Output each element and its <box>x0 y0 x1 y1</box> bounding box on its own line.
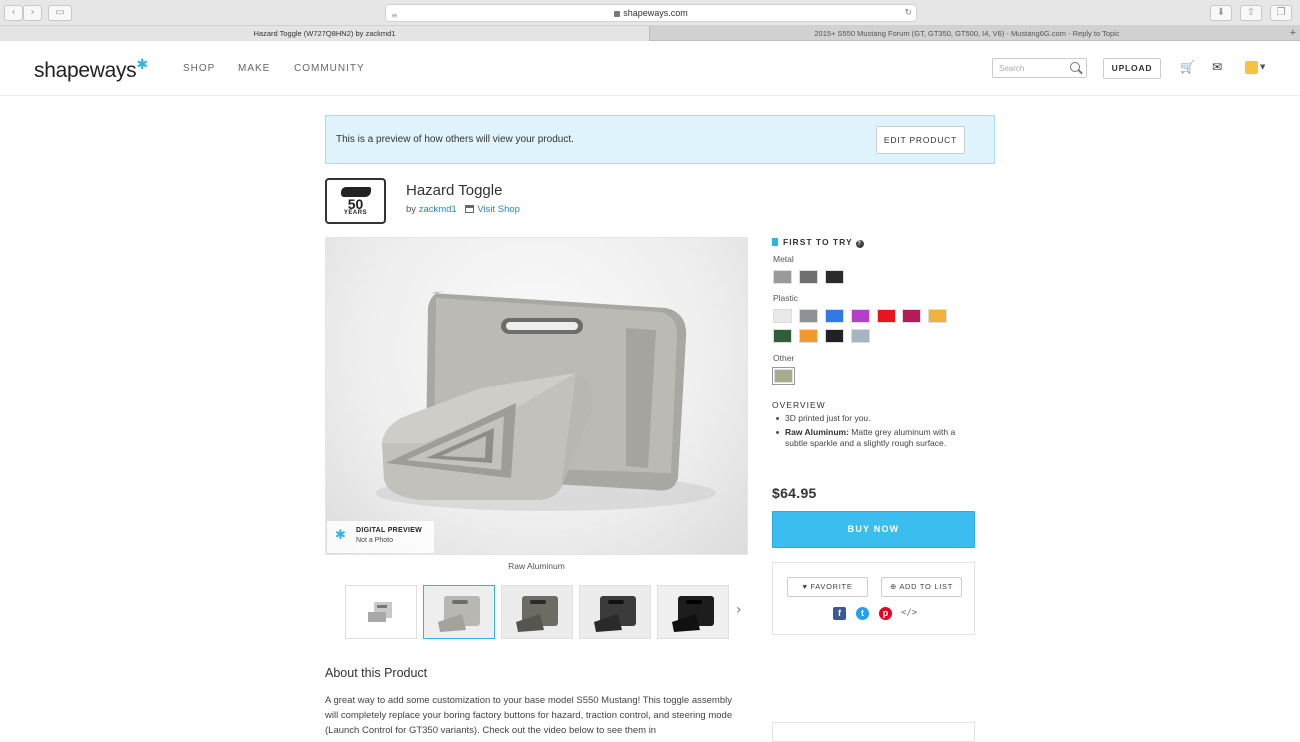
thumbnail-render <box>368 602 392 622</box>
buy-now-button[interactable]: BUY NOW <box>772 511 975 548</box>
upload-button[interactable]: UPLOAD <box>1103 58 1161 79</box>
swatch-plastic-4[interactable] <box>851 309 870 323</box>
plus-circle-icon: ⊕ <box>889 582 900 591</box>
swatch-plastic-11[interactable] <box>851 329 870 343</box>
tab-hazard-toggle[interactable]: Hazard Toggle (W727Q8HN2) by zackmd1 <box>0 26 650 41</box>
back-button[interactable]: ‹ <box>4 5 23 21</box>
address-bar[interactable]: ≡ shapeways.com ↻ <box>385 4 917 22</box>
about-title: About this Product <box>325 666 428 680</box>
thumbnail-render <box>658 586 728 638</box>
overview-item: 3D printed just for you. <box>774 413 974 424</box>
favorite-button[interactable]: ♥ FAVORITE <box>787 577 868 597</box>
thumbnail-3[interactable] <box>501 585 573 639</box>
thumbnail-5[interactable] <box>657 585 729 639</box>
visit-shop-link[interactable]: Visit Shop <box>477 204 520 215</box>
digital-preview-title: DIGITAL PREVIEW <box>356 527 423 534</box>
thumbnail-2[interactable] <box>423 585 495 639</box>
thumbnail-render <box>502 586 572 638</box>
overview-list: 3D printed just for you. Raw Aluminum: M… <box>774 413 974 452</box>
shapeways-logo[interactable]: shapeways✱ <box>34 56 148 83</box>
twitter-icon[interactable]: t <box>856 607 869 620</box>
overview-item: Raw Aluminum: Matte grey aluminum with a… <box>774 427 974 449</box>
tab-bar: Hazard Toggle (W727Q8HN2) by zackmd1 201… <box>0 26 1300 41</box>
material-group-label: Metal <box>773 254 794 264</box>
shapeways-star-icon: ✱ <box>335 528 346 543</box>
swatch-other-1[interactable] <box>772 367 795 385</box>
share-icon[interactable]: ⇧ <box>1240 5 1262 21</box>
nav-shop[interactable]: SHOP <box>183 63 215 74</box>
chevron-down-icon[interactable]: ▼ <box>1260 63 1265 71</box>
digital-preview-subtitle: Not a Photo <box>356 537 393 544</box>
forward-button[interactable]: › <box>23 5 42 21</box>
url-text: shapeways.com <box>623 8 688 18</box>
product-price: $64.95 <box>772 485 817 501</box>
cart-icon[interactable]: 🛒 <box>1180 60 1195 74</box>
thumbnail-4[interactable] <box>579 585 651 639</box>
swatch-plastic-2[interactable] <box>799 309 818 323</box>
shop-logo[interactable]: 50 YEARS <box>325 178 386 224</box>
help-icon[interactable]: ? <box>855 240 864 248</box>
shop-logo-number: 50 <box>347 196 364 212</box>
embed-code-icon[interactable]: </> <box>901 607 917 620</box>
lock-icon <box>614 11 621 17</box>
flag-icon <box>772 238 778 246</box>
thumbnail-1[interactable] <box>345 585 417 639</box>
facebook-icon[interactable]: f <box>833 607 846 620</box>
swatch-plastic-3[interactable] <box>825 309 844 323</box>
secondary-panel <box>772 722 975 742</box>
preview-banner-text: This is a preview of how others will vie… <box>336 134 574 145</box>
site-header: shapeways✱ SHOP MAKE COMMUNITY Search UP… <box>0 41 1300 96</box>
swatch-plastic-8[interactable] <box>773 329 792 343</box>
reader-icon[interactable]: ≡ <box>391 8 398 24</box>
thumbnail-render <box>424 586 494 638</box>
swatch-plastic-5[interactable] <box>877 309 896 323</box>
search-icon[interactable] <box>1070 62 1080 72</box>
swatch-metal-3[interactable] <box>825 270 844 284</box>
by-label: by <box>406 204 417 215</box>
first-to-try-heading: FIRST TO TRY? <box>772 237 864 248</box>
toggle-render <box>376 291 716 511</box>
nav-make[interactable]: MAKE <box>238 63 270 74</box>
author-link[interactable]: zackmd1 <box>419 204 457 215</box>
edit-product-button[interactable]: EDIT PRODUCT <box>876 126 965 154</box>
overview-title: OVERVIEW <box>772 400 826 410</box>
chevron-right-icon[interactable]: › <box>736 602 742 618</box>
pinterest-icon[interactable]: p <box>879 607 892 620</box>
swatch-metal-1[interactable] <box>773 270 792 284</box>
logo-star-icon: ✱ <box>136 56 148 72</box>
add-to-list-button[interactable]: ⊕ ADD TO LIST <box>881 577 962 597</box>
browser-toolbar: ‹ › ▭ ≡ shapeways.com ↻ ⬇ ⇧ ❐ <box>0 0 1300 26</box>
swatch-plastic-7[interactable] <box>928 309 947 323</box>
about-text: A great way to add some customization to… <box>325 695 733 736</box>
shop-icon <box>465 205 475 213</box>
download-icon[interactable]: ⬇ <box>1210 5 1232 21</box>
tabs-overview-icon[interactable]: ❐ <box>1270 5 1292 21</box>
swatch-plastic-10[interactable] <box>825 329 844 343</box>
product-title: Hazard Toggle <box>406 182 503 199</box>
product-image[interactable]: ✱ DIGITAL PREVIEW Not a Photo <box>325 237 748 555</box>
swatch-plastic-9[interactable] <box>799 329 818 343</box>
search-placeholder: Search <box>999 64 1025 73</box>
digital-preview-badge: ✱ DIGITAL PREVIEW Not a Photo <box>327 521 434 553</box>
material-group-label: Other <box>773 353 795 363</box>
nav-community[interactable]: COMMUNITY <box>294 63 365 74</box>
tab-mustang-forum[interactable]: 2015+ S550 Mustang Forum (GT, GT350, GT5… <box>651 26 1283 41</box>
preview-banner: This is a preview of how others will vie… <box>325 115 995 164</box>
share-panel: ♥ FAVORITE ⊕ ADD TO LIST f t p </> <box>772 562 975 635</box>
new-tab-icon[interactable]: + <box>1290 26 1296 40</box>
thumbnail-render <box>580 586 650 638</box>
swatch-metal-2[interactable] <box>799 270 818 284</box>
swatch-plastic-1[interactable] <box>773 309 792 323</box>
material-group-label: Plastic <box>773 293 799 303</box>
byline: by zackmd1 Visit Shop <box>406 204 520 215</box>
reload-icon[interactable]: ↻ <box>904 5 912 21</box>
avatar[interactable] <box>1245 61 1258 74</box>
sidebar-toggle-icon[interactable]: ▭ <box>48 5 72 21</box>
search-input[interactable]: Search <box>992 58 1087 78</box>
mail-icon[interactable]: ✉ <box>1212 60 1222 74</box>
image-caption: Raw Aluminum <box>508 561 565 571</box>
swatch-plastic-6[interactable] <box>902 309 921 323</box>
shop-logo-word: YEARS <box>343 210 368 216</box>
